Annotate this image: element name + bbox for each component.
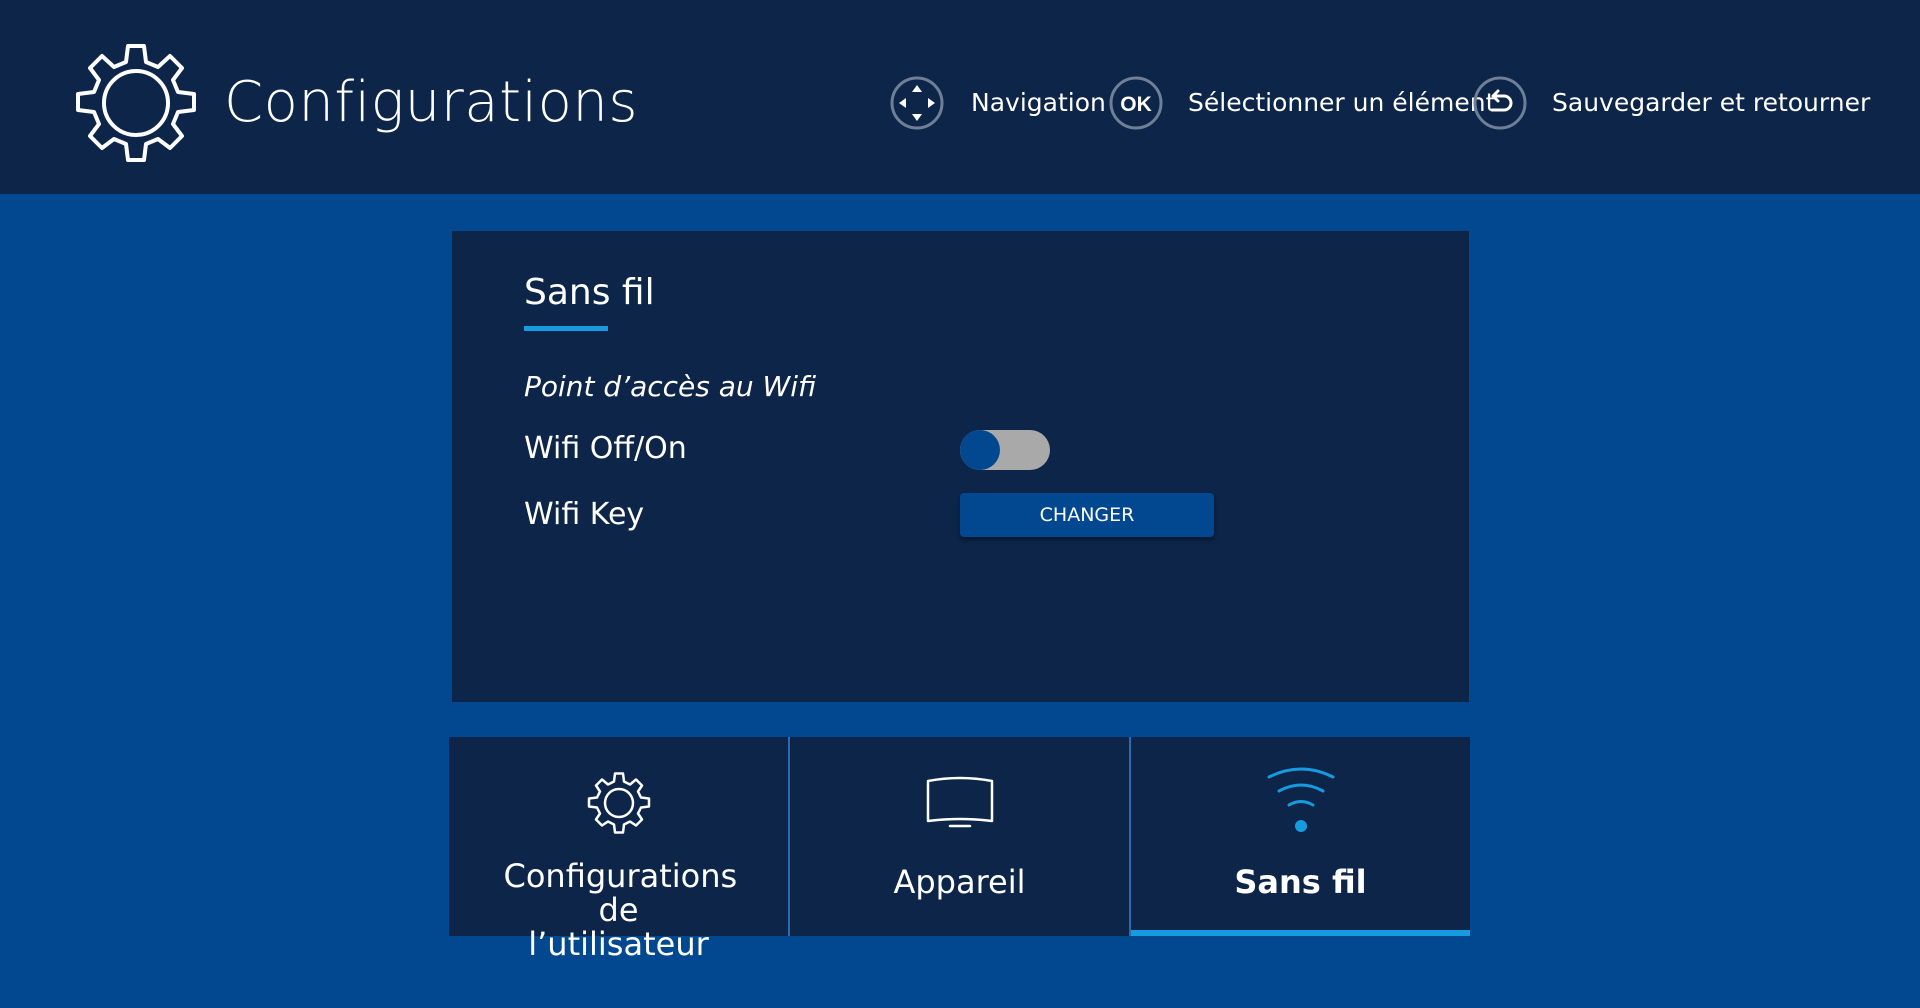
section-label: Point d’accès au Wifi: [524, 370, 817, 403]
tab-label: Configurations de l’utilisateur: [503, 857, 738, 963]
tab-bar: Configurations de l’utilisateur Appareil…: [449, 737, 1470, 961]
gear-icon: [587, 772, 650, 834]
wifi-icon: [1267, 767, 1334, 832]
ok-button-icon: OK: [1109, 76, 1163, 130]
ok-glyph: OK: [1120, 93, 1152, 116]
gear-icon: [76, 44, 196, 162]
toggle-knob: [960, 430, 1000, 470]
wifi-toggle-label: Wifi Off/On: [524, 431, 687, 466]
hint-select-label: Sélectionner un élément: [1188, 88, 1496, 117]
tab-wireless[interactable]: Sans fil: [1129, 737, 1470, 936]
tab-label: Appareil: [893, 863, 1026, 901]
wifi-toggle[interactable]: [960, 430, 1050, 470]
settings-panel: Sans fil Point d’accès au Wifi Wifi Off/…: [452, 231, 1469, 702]
monitor-icon: [926, 776, 993, 828]
back-icon: [1473, 76, 1527, 130]
header-bar: Configurations Navigation OK Sélectionne…: [0, 0, 1920, 194]
change-wifi-key-button[interactable]: CHANGER: [960, 493, 1214, 537]
tab-label: Sans fil: [1234, 863, 1367, 901]
page-title: Configurations: [224, 70, 639, 135]
wifi-key-label: Wifi Key: [524, 497, 645, 532]
hint-save-return-label: Sauvegarder et retourner: [1552, 88, 1871, 117]
tab-user-settings[interactable]: Configurations de l’utilisateur: [449, 737, 788, 961]
hint-navigation-label: Navigation: [971, 88, 1106, 117]
tab-device[interactable]: Appareil: [788, 737, 1129, 936]
dpad-icon: [890, 76, 944, 130]
panel-title-underline: [524, 326, 608, 331]
panel-title: Sans fil: [524, 272, 655, 313]
active-tab-indicator: [1131, 930, 1470, 936]
